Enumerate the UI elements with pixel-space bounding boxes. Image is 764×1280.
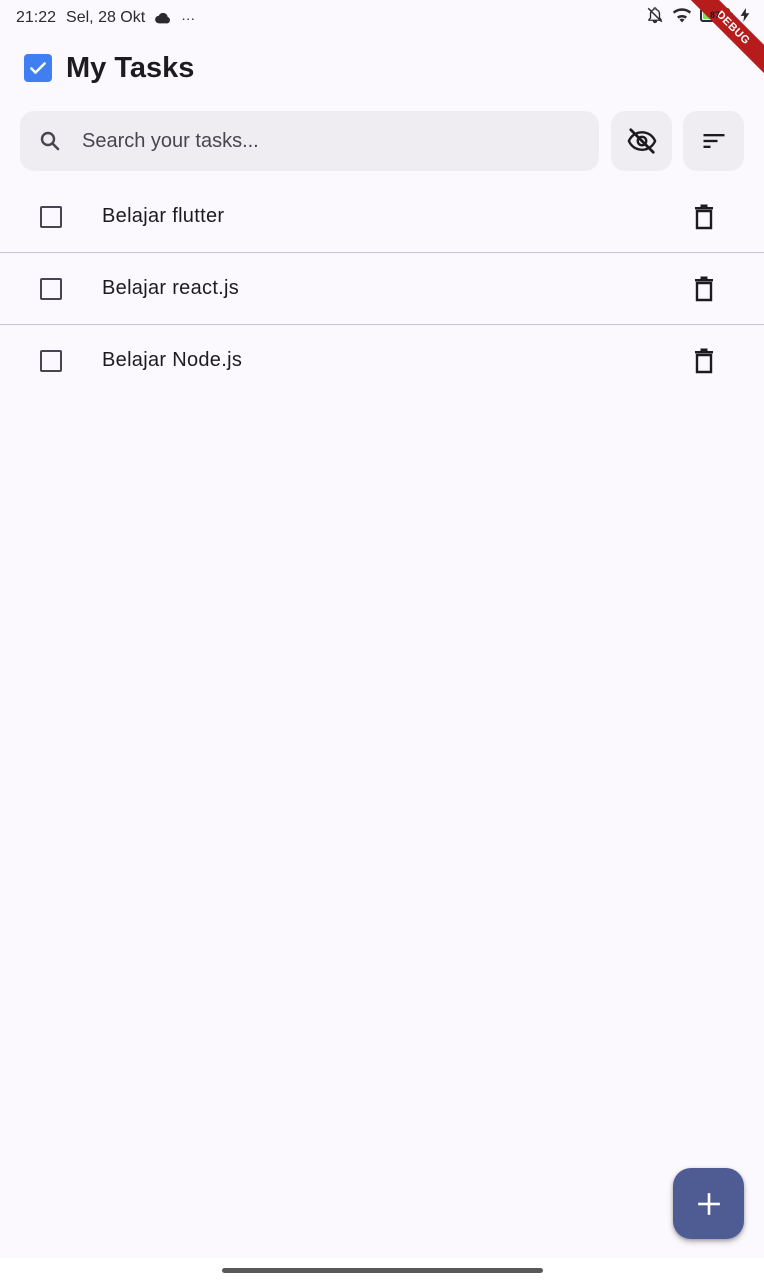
status-date: Sel, 28 Okt: [66, 9, 146, 26]
task-list: Belajar flutter Belajar react.js Belajar…: [0, 181, 764, 397]
task-checkbox[interactable]: [40, 206, 62, 228]
status-bar: 21:22 Sel, 28 Okt ··· 87: [0, 0, 764, 36]
task-checkbox[interactable]: [40, 278, 62, 300]
toolbar: [20, 111, 744, 171]
delete-icon: [693, 348, 715, 374]
status-time: 21:22: [16, 9, 57, 26]
home-indicator[interactable]: [222, 1268, 543, 1273]
add-icon: [696, 1191, 722, 1217]
delete-task-button[interactable]: [690, 203, 718, 231]
page-title: My Tasks: [66, 51, 195, 84]
system-nav-bar: [0, 1258, 764, 1280]
search-input[interactable]: [82, 129, 552, 153]
status-left: 21:22 Sel, 28 Okt ···: [16, 9, 195, 27]
task-row[interactable]: Belajar Node.js: [0, 325, 764, 397]
visibility-off-icon: [627, 126, 657, 156]
app-header: My Tasks: [24, 50, 194, 86]
sort-button[interactable]: [683, 111, 744, 171]
delete-task-button[interactable]: [690, 275, 718, 303]
status-overflow: ···: [181, 10, 196, 26]
cloud-icon: [155, 12, 171, 24]
task-row[interactable]: Belajar react.js: [0, 253, 764, 325]
toggle-visibility-button[interactable]: [611, 111, 672, 171]
wifi-icon: [672, 7, 692, 23]
battery-level: 87: [709, 10, 720, 20]
search-icon: [38, 129, 62, 153]
delete-task-button[interactable]: [690, 347, 718, 375]
charging-icon: [740, 8, 750, 22]
task-checkbox[interactable]: [40, 350, 62, 372]
task-row[interactable]: Belajar flutter: [0, 181, 764, 253]
task-title: Belajar Node.js: [102, 349, 243, 371]
notifications-off-icon: [646, 6, 664, 24]
delete-icon: [693, 204, 715, 230]
add-task-button[interactable]: [673, 1168, 744, 1239]
sort-icon: [700, 127, 728, 155]
search-bar[interactable]: [20, 111, 599, 171]
checkbox-checked-icon: [24, 54, 52, 82]
task-title: Belajar flutter: [102, 205, 225, 227]
task-title: Belajar react.js: [102, 277, 240, 299]
delete-icon: [693, 276, 715, 302]
